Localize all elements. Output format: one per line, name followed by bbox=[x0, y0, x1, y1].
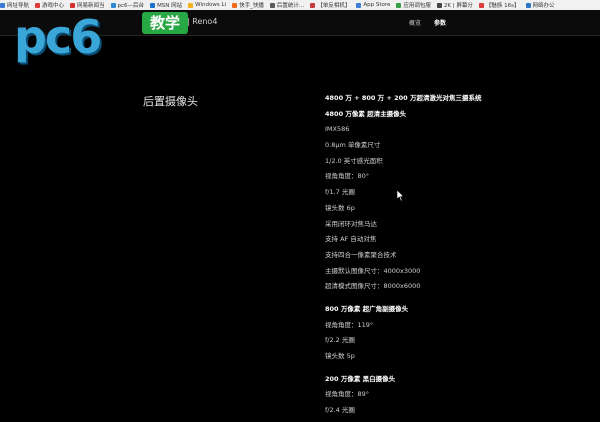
spec-heading: 200 万像素 黑白摄像头 bbox=[325, 374, 396, 383]
spec-heading: 4800 万 + 800 万 + 200 万超清激光对焦三摄系统 bbox=[325, 94, 482, 102]
bookmark-favicon-icon bbox=[188, 2, 194, 8]
spec-line: 镜头数 6p bbox=[325, 203, 355, 212]
bookmark-favicon-icon bbox=[478, 2, 484, 8]
bookmark-label: 后置统计… bbox=[276, 3, 305, 9]
spec-heading: 4800 万像素 超清主摄像头 bbox=[325, 109, 407, 118]
bookmark-item[interactable]: 后置统计… bbox=[269, 1, 305, 9]
bookmark-item[interactable]: 应用调包服 bbox=[396, 1, 431, 9]
bookmark-label: Windows Li bbox=[195, 2, 227, 8]
bookmark-favicon-icon bbox=[356, 2, 362, 8]
pc6-logo: pc6 教学 bbox=[12, 10, 189, 80]
section-title-rear-camera: 后置摄像头 bbox=[143, 95, 198, 108]
bookmark-item[interactable]: Windows Li bbox=[188, 2, 226, 8]
bookmark-label: 网易新闻当 bbox=[77, 3, 105, 9]
spec-line: 采用闭环对焦马达 bbox=[325, 219, 377, 228]
spec-line: 支持四合一像素聚合技术 bbox=[325, 250, 397, 259]
bookmark-label: 游戏中心 bbox=[42, 3, 65, 9]
bookmark-favicon-icon bbox=[150, 2, 156, 8]
spec-list: 4800 万 + 800 万 + 200 万超清激光对焦三摄系统 4800 万像… bbox=[325, 94, 595, 422]
bookmark-favicon-icon bbox=[525, 2, 531, 8]
bookmark-item[interactable]: pc6—后台 bbox=[110, 1, 145, 9]
bookmark-favicon-icon bbox=[0, 2, 5, 8]
logo-tag: 教学 bbox=[142, 12, 188, 34]
spec-line: 视角角度：119° bbox=[325, 320, 374, 329]
spec-line: 0.8μm 单像素尺寸 bbox=[325, 141, 381, 150]
bookmark-label: 【魅族 16s】 bbox=[485, 3, 520, 9]
mouse-cursor-icon bbox=[397, 190, 405, 202]
bookmark-favicon-icon bbox=[396, 2, 402, 8]
bookmark-item[interactable]: MSN 网站 bbox=[150, 1, 182, 9]
spec-line: 超清模式图像尺寸：8000x6000 bbox=[325, 282, 421, 291]
bookmark-favicon-icon bbox=[110, 2, 116, 8]
bookmark-label: 2K | 屏幕分 bbox=[443, 3, 473, 9]
bookmark-label: 网络办公 bbox=[532, 3, 555, 9]
bookmark-favicon-icon bbox=[232, 2, 238, 8]
bookmark-item[interactable]: App Store bbox=[356, 2, 390, 8]
spec-line: 支持 AF 自动对焦 bbox=[325, 235, 377, 244]
bookmark-item[interactable]: 网址导航 bbox=[0, 1, 29, 9]
bookmark-label: 应用调包服 bbox=[403, 3, 431, 9]
spec-line: 1/2.0 英寸感光面积 bbox=[325, 156, 383, 165]
bookmark-item[interactable]: 【单反相机】 bbox=[310, 1, 350, 9]
spec-line: f/2.4 光圈 bbox=[325, 406, 355, 415]
bookmark-favicon-icon bbox=[269, 2, 275, 8]
spec-line: 视角角度：89° bbox=[325, 390, 370, 399]
bookmark-label: pc6—后台 bbox=[117, 3, 145, 9]
bookmark-item[interactable]: 游戏中心 bbox=[35, 1, 64, 9]
spec-heading: 800 万像素 超广角副摄像头 bbox=[325, 304, 409, 313]
bookmark-label: 网址导航 bbox=[7, 3, 30, 9]
bookmark-favicon-icon bbox=[70, 2, 76, 8]
spec-line: 主摄默认图像尺寸：4000x3000 bbox=[325, 266, 421, 275]
bookmark-label: 快手_快播 bbox=[239, 3, 264, 9]
spec-line: 镜头数 5p bbox=[325, 352, 355, 360]
bookmark-item[interactable]: 网易新闻当 bbox=[70, 1, 105, 9]
bookmark-item[interactable]: 【魅族 16s】 bbox=[478, 1, 520, 9]
spec-line: 视角角度：80° bbox=[325, 172, 370, 181]
logo-brand: pc6 bbox=[14, 10, 102, 64]
bookmark-item[interactable]: 网络办公 bbox=[525, 1, 555, 9]
product-name[interactable]: | Reno4 bbox=[187, 17, 217, 26]
nav-link-specs[interactable]: 参数 bbox=[434, 18, 446, 27]
bookmark-label: MSN 网站 bbox=[157, 3, 183, 9]
spec-line: f/1.7 光圈 bbox=[325, 188, 355, 197]
nav-link-overview[interactable]: 概览 bbox=[409, 18, 421, 27]
bookmark-favicon-icon bbox=[35, 2, 41, 8]
bookmark-label: 【单反相机】 bbox=[317, 3, 351, 9]
bookmark-favicon-icon bbox=[436, 2, 442, 8]
bookmark-favicon-icon bbox=[310, 2, 316, 8]
bookmark-item[interactable]: 快手_快播 bbox=[232, 1, 264, 9]
bookmark-item[interactable]: 2K | 屏幕分 bbox=[436, 1, 473, 9]
spec-line: IMX586 bbox=[325, 125, 350, 134]
spec-line: f/2.2 光圈 bbox=[325, 336, 355, 345]
bookmark-label: App Store bbox=[363, 2, 391, 8]
